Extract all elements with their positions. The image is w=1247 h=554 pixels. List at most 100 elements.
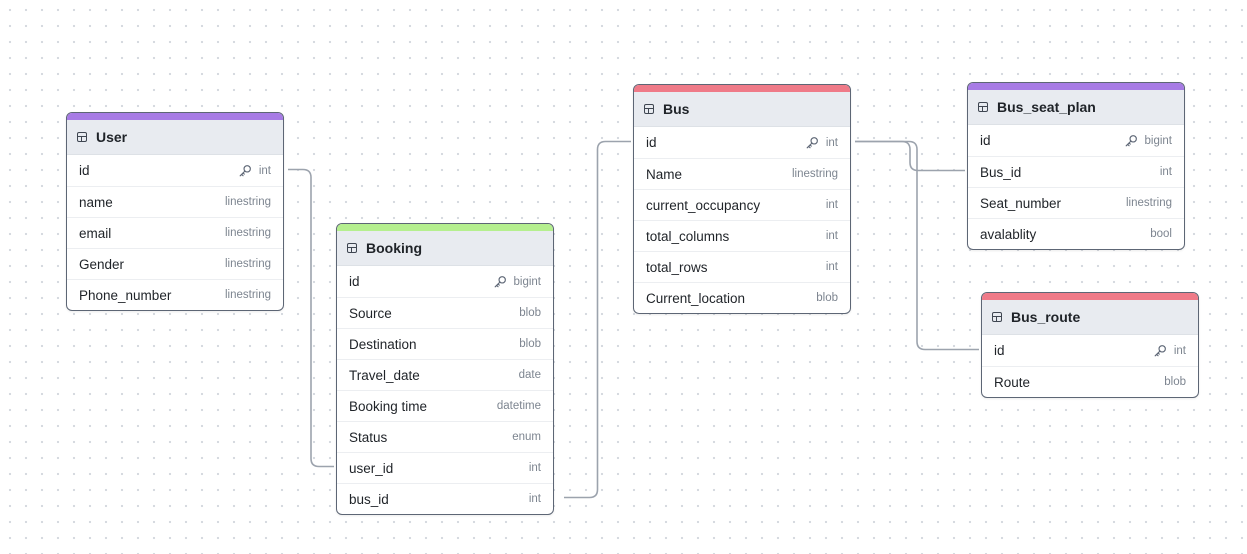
table-user[interactable]: User id int name linestring email linestring Ge…: [66, 112, 284, 311]
column-row[interactable]: Current_location blob: [634, 282, 850, 313]
column-name: current_occupancy: [646, 197, 761, 213]
column-type: int: [1159, 166, 1172, 178]
primary-key-icon: [1124, 134, 1138, 148]
column-name: Source: [349, 305, 392, 321]
column-meta: int: [1160, 166, 1172, 178]
column-type: blob: [519, 307, 541, 319]
table-title: Booking: [366, 240, 422, 256]
column-type: blob: [816, 292, 838, 304]
column-type: bigint: [1144, 134, 1173, 147]
column-type: linestring: [791, 168, 838, 180]
column-meta: blob: [519, 338, 541, 350]
column-name: bus_id: [349, 491, 389, 507]
column-meta: blob: [1164, 376, 1186, 388]
column-type: int: [825, 230, 838, 242]
relation-line[interactable]: [855, 140, 979, 351]
table-color-bar: [982, 293, 1198, 300]
column-meta: linestring: [1126, 197, 1172, 209]
relation-line[interactable]: [564, 140, 631, 499]
column-meta: linestring: [792, 168, 838, 180]
table-booking[interactable]: Booking id bigint Source blob Destination blob…: [336, 223, 554, 515]
column-row[interactable]: id int: [982, 335, 1198, 366]
column-name: avalablity: [980, 226, 1037, 242]
column-name: id: [79, 163, 90, 178]
table-bus-seat-plan[interactable]: Bus_seat_plan id bigint Bus_id int Seat_numbe…: [967, 82, 1185, 250]
column-row[interactable]: Gender linestring: [67, 248, 283, 279]
column-type: date: [518, 369, 541, 381]
column-type: linestring: [224, 227, 271, 239]
table-bus-route[interactable]: Bus_routeid int Route blob: [981, 292, 1199, 398]
column-row[interactable]: Booking time datetime: [337, 390, 553, 421]
column-row[interactable]: user_id int: [337, 452, 553, 483]
table-bus[interactable]: Bus id int Name linestring current_occupancy i…: [633, 84, 851, 314]
column-row[interactable]: Travel_date date: [337, 359, 553, 390]
table-header[interactable]: Booking: [337, 231, 553, 266]
column-row[interactable]: name linestring: [67, 186, 283, 217]
relation-line[interactable]: [288, 168, 334, 468]
column-name: email: [79, 225, 112, 241]
table-header[interactable]: Bus: [634, 92, 850, 127]
column-row[interactable]: Status enum: [337, 421, 553, 452]
column-name: Status: [349, 429, 388, 445]
primary-key-icon: [1153, 344, 1167, 358]
table-title: Bus_seat_plan: [997, 99, 1096, 115]
column-meta: date: [519, 369, 541, 381]
column-row[interactable]: bus_id int: [337, 483, 553, 514]
column-name: Phone_number: [79, 287, 172, 303]
table-icon: [992, 312, 1002, 322]
column-row[interactable]: Source blob: [337, 297, 553, 328]
column-name: user_id: [349, 460, 394, 476]
column-row[interactable]: Phone_number linestring: [67, 279, 283, 310]
column-meta: int: [826, 230, 838, 242]
column-type: int: [825, 261, 838, 273]
column-name: Gender: [79, 256, 125, 272]
column-row[interactable]: total_columns int: [634, 220, 850, 251]
column-meta: linestring: [225, 289, 271, 301]
column-type: blob: [1164, 376, 1186, 388]
column-row[interactable]: Route blob: [982, 366, 1198, 397]
column-row[interactable]: Destination blob: [337, 328, 553, 359]
column-row[interactable]: id int: [67, 155, 283, 186]
column-name: Destination: [349, 336, 417, 352]
table-title: Bus_route: [1011, 309, 1081, 325]
table-color-bar: [67, 113, 283, 120]
table-header[interactable]: Bus_route: [982, 300, 1198, 335]
table-header[interactable]: Bus_seat_plan: [968, 90, 1184, 125]
column-row[interactable]: Bus_id int: [968, 156, 1184, 187]
column-type: int: [528, 462, 541, 474]
column-type: linestring: [224, 258, 271, 270]
column-name: Current_location: [646, 290, 746, 306]
column-meta: linestring: [225, 258, 271, 270]
column-name: id: [994, 343, 1005, 358]
table-header[interactable]: User: [67, 120, 283, 155]
column-name: total_columns: [646, 228, 730, 244]
column-row[interactable]: current_occupancy int: [634, 189, 850, 220]
column-type: bool: [1150, 228, 1172, 240]
relation-line[interactable]: [855, 140, 965, 172]
column-meta: int: [238, 164, 271, 178]
column-meta: bigint: [1124, 134, 1173, 148]
column-row[interactable]: id bigint: [968, 125, 1184, 156]
column-type: int: [258, 164, 271, 177]
column-meta: int: [529, 493, 541, 505]
column-type: linestring: [1125, 197, 1172, 209]
column-name: Bus_id: [980, 164, 1022, 180]
column-name: id: [646, 135, 657, 150]
table-icon: [77, 132, 87, 142]
diagram-canvas[interactable]: User id int name linestring email linestring Ge…: [0, 0, 1247, 554]
column-row[interactable]: Seat_number linestring: [968, 187, 1184, 218]
column-name: Route: [994, 374, 1031, 390]
column-meta: int: [1153, 344, 1186, 358]
column-row[interactable]: total_rows int: [634, 251, 850, 282]
column-name: Booking time: [349, 398, 428, 414]
primary-key-icon: [805, 136, 819, 150]
column-row[interactable]: Name linestring: [634, 158, 850, 189]
column-type: int: [825, 136, 838, 149]
column-row[interactable]: id bigint: [337, 266, 553, 297]
column-row[interactable]: email linestring: [67, 217, 283, 248]
table-title: User: [96, 129, 128, 145]
column-meta: blob: [816, 292, 838, 304]
column-row[interactable]: avalablity bool: [968, 218, 1184, 249]
column-meta: int: [826, 261, 838, 273]
column-row[interactable]: id int: [634, 127, 850, 158]
